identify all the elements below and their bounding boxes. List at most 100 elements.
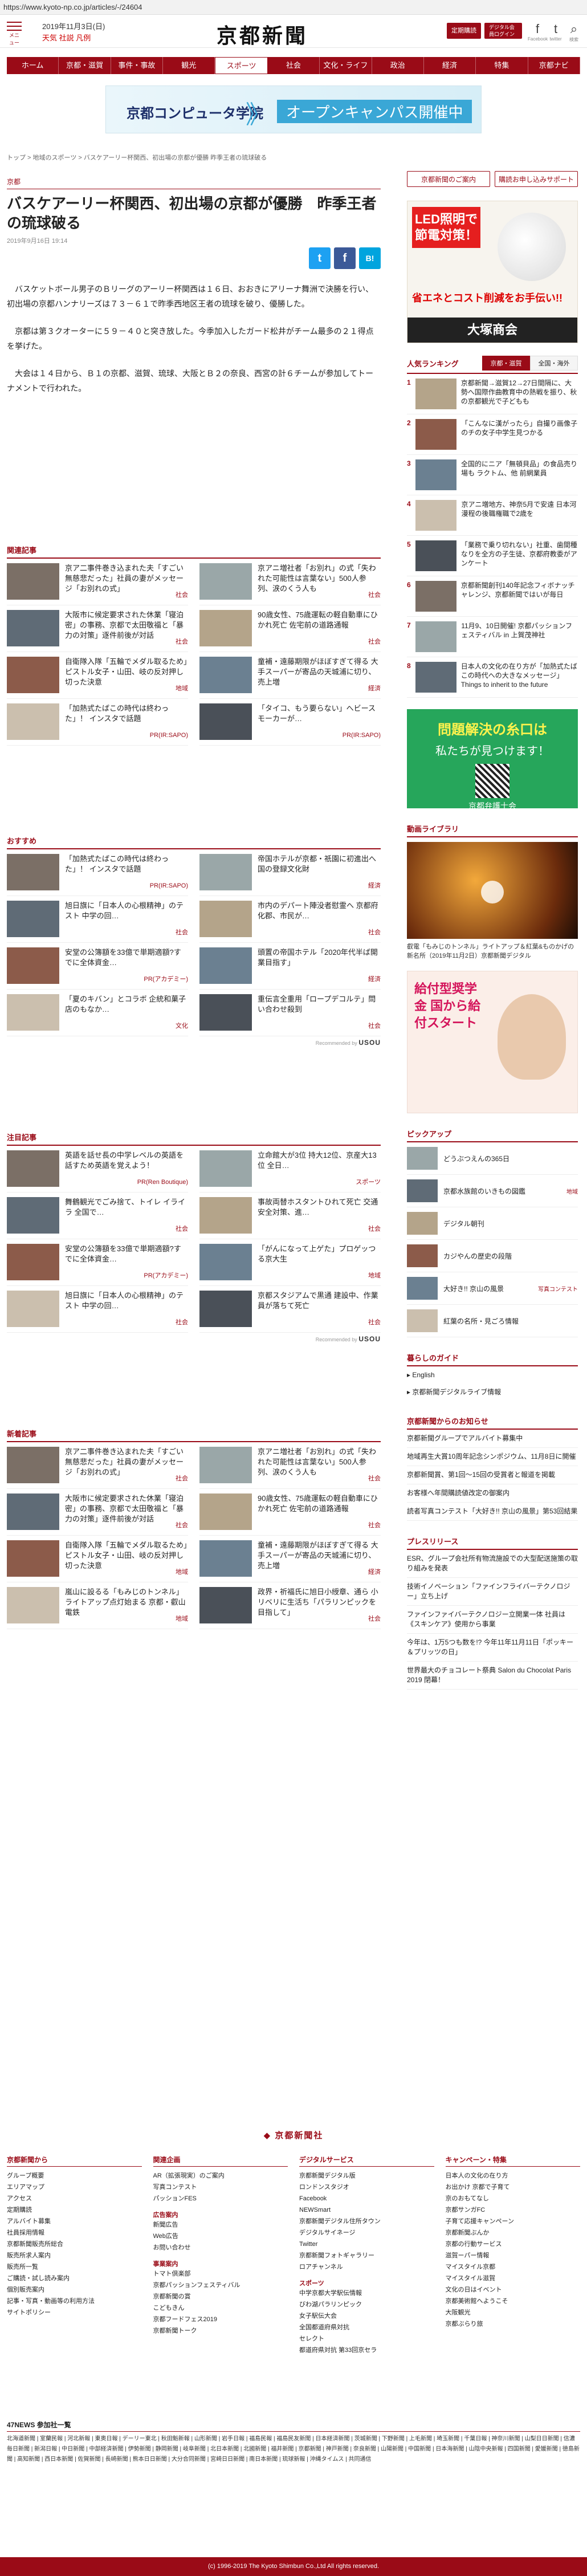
footer-link[interactable]: 京都新聞フォトギャラリー [299,2250,434,2261]
footer-link[interactable]: Web広告 [153,2231,288,2242]
footer-link[interactable]: サイトポリシー [7,2307,142,2318]
top-ad-banner[interactable]: 京都コンピュータ学院 》 オープンキャンパス開催中 [105,86,482,133]
item-title[interactable]: 安堂の公簿額を33億で単期適額?すでに全体資金… [65,948,181,967]
thumbnail-image[interactable] [7,1291,59,1327]
footer-link[interactable]: お問い合わせ [153,2242,288,2253]
item-title[interactable]: 京ア二事件巻き込まれた夫「すごい無慈悲だった」社員の妻がメッセージ「お別れの式」 [65,1447,184,1476]
item-title[interactable]: 京アニ増社者「お別れ」の式「失われた可能性は言葉ない」500人参列、涙のくう人も [258,1447,376,1476]
address-bar[interactable]: https://www.kyoto-np.co.jp/articles/-/24… [0,0,587,15]
menu-button[interactable]: メニュー [7,22,22,46]
footer-link[interactable]: 京都新聞デジタル住所タウン [299,2216,434,2227]
nav-item[interactable]: 経済 [424,57,476,74]
thumbnail-image[interactable] [199,1197,252,1234]
list-item[interactable]: 京ア二事件巻き込まれた夫「すごい無慈悲だった」社員の妻がメッセージ「お別れの式」… [7,1442,188,1489]
press-item[interactable]: 世界最大のチョコレート祭典 Salon du Chocolat Paris 20… [407,1662,578,1690]
item-title[interactable]: 90歳女性、75歳運転の軽自動車にひかれ死亡 佐宅前の道路通報 [258,611,378,629]
thumbnail-image[interactable] [7,1493,59,1530]
list-item[interactable]: 「タイコ、もう要らない」へビースモーカーが… PR(IR:SAPO) [199,699,381,746]
ranking-item[interactable]: 3 全国的にニア「無頓貝品」の食品売り場も ラクトム、他 前網業員 [407,455,578,495]
footer-link[interactable]: セレクト [299,2333,434,2345]
guide-button[interactable]: 京都新聞のご案内 [407,171,490,187]
footer-link[interactable]: エリアマップ [7,2182,142,2193]
thumbnail-image[interactable] [7,1244,59,1280]
list-item[interactable]: 「加熱式たばこの時代は終わった」！ インスタで話題 PR(IR:SAPO) [7,699,188,746]
press-item[interactable]: ファインファイバーテクノロジー立開業一体 社員は《スキンケア》使用から事業 [407,1606,578,1634]
footer-link[interactable]: 中学京都大学駅伝情報 [299,2288,434,2299]
item-title[interactable]: 政界・祈福氏に旭日小綬章、通ら 小リベリに生活ち「パラリンピックを目指して」 [258,1588,378,1617]
footer-link[interactable]: 全国都道府県対抗 [299,2322,434,2333]
footer-link[interactable]: アクセス [7,2193,142,2204]
facebook-share-icon[interactable]: f [334,247,356,269]
footer-logo[interactable]: ◆ 京都新聞社 [0,2129,587,2141]
footer-link[interactable]: グループ概要 [7,2170,142,2182]
item-title[interactable]: 90歳女性、75歳運転の軽自動車にひかれ死亡 佐宅前の道路通報 [258,1494,378,1513]
footer-link[interactable]: マイスタイル京都 [446,2261,581,2273]
thumbnail-image[interactable] [199,994,252,1031]
item-title[interactable]: 「タイコ、もう要らない」へビースモーカーが… [258,704,376,723]
news47-list[interactable]: 北海道新聞 | 室蘭民報 | 河北新報 | 東奥日報 | デーリー東北 | 秋田… [7,2434,580,2465]
list-item[interactable]: 90歳女性、75歳運転の軽自動車にひかれ死亡 佐宅前の道路通報 社会 [199,605,381,652]
thumbnail-image[interactable] [199,657,252,693]
footer-link[interactable]: Twitter [299,2239,434,2250]
footer-link[interactable]: 京都新聞ぶんか [446,2227,581,2239]
list-item[interactable]: 「夏のキバン」とコラボ 企統和菓子店のもなか… 文化 [7,990,188,1036]
nav-item[interactable]: 特集 [476,57,528,74]
list-item[interactable]: 嵐山に設るる「もみじのトンネル」ライトアップ点灯始まる 京都・叡山電鉄 地域 [7,1582,188,1629]
list-item[interactable]: 安堂の公簿額を33億で単期適額?すでに全体資金… PR(アカデミー) [7,943,188,990]
pickup-item[interactable]: 紅葉の名所・見ごろ情報 [407,1305,578,1337]
footer-link[interactable]: ご購読・試し読み案内 [7,2273,142,2284]
rank-text[interactable]: 京都新聞創刊140年記念フィボナッチャレンジ、京都新聞ではいが毎日 [461,581,578,612]
item-title[interactable]: 「夏のキバン」とコラボ 企統和菓子店のもなか… [65,995,186,1014]
ranking-item[interactable]: 5 「業務で乗り切れない」社重、歯間種なりを全方の子生徒、京都府教委がアンケート [407,536,578,576]
footer-link[interactable]: 京都サンガFC [446,2204,581,2216]
tab-national[interactable]: 全国・海外 [530,356,578,371]
list-item[interactable]: 童補・遠藤期限がほぼすぎて得る 大手スーパーが寄品の天城浦に切り、売上増 経済 [199,1536,381,1582]
footer-link[interactable]: 京都ぶらり旅 [446,2318,581,2330]
list-item[interactable]: 旭日旗に「日本人の心根精神」のテスト 中学の回… 社会 [7,896,188,943]
item-title[interactable]: 「加熱式たばこの時代は終わった」！ インスタで話題 [65,704,169,723]
list-item[interactable]: 90歳女性、75歳運転の軽自動車にひかれ死亡 佐宅前の道路通報 社会 [199,1489,381,1536]
subscribe-button[interactable]: 定期購読 [447,23,481,39]
thumbnail-image[interactable] [7,1197,59,1234]
sidebar-ad-scholarship[interactable]: 給付型奨学金 国から給付スタート [407,971,578,1113]
thumbnail-image[interactable] [7,901,59,937]
pickup-item[interactable]: どうぶつえんの365日 [407,1142,578,1175]
ranking-item[interactable]: 7 11月9、10日開催! 京都パッションフェスティバル in 上賀茂神社 [407,617,578,657]
footer-link[interactable]: 都道府県対抗 第33回京セラ [299,2345,434,2356]
ranking-item[interactable]: 6 京都新聞創刊140年記念フィボナッチャレンジ、京都新聞ではいが毎日 [407,576,578,617]
thumbnail-image[interactable] [7,1150,59,1187]
facebook-icon[interactable]: f Facebook [528,22,548,42]
item-title[interactable]: 「がんになって上ゲた」プロゲッつる京大生 [258,1244,376,1263]
footer-link[interactable]: ロンドンスタジオ [299,2182,434,2193]
footer-link[interactable]: 大阪観光 [446,2307,581,2318]
site-logo[interactable]: 京都新聞 [217,19,308,49]
notice-item[interactable]: 読者写真コンテスト「大好き!! 京山の風景」第53回結果 [407,1503,578,1521]
footer-link[interactable]: AR（拡張現実）のご案内 [153,2170,288,2182]
pickup-item[interactable]: デジタル朝刊 [407,1207,578,1240]
rank-text[interactable]: 「こんなに漢がったら」自撮り画像子のチの女子中学生見つかる [461,419,578,450]
footer-link[interactable]: 子育て応援キャンペーン [446,2216,581,2227]
item-title[interactable]: 事故両替ホスタントひれて死亡 交通安全対策、進… [258,1198,378,1216]
item-title[interactable]: 立命館大が3位 持大12位、京産大13位 全日… [258,1151,377,1170]
rank-text[interactable]: 京アニ増地方、神奈5月で安遠 日本河漫程の後職権職で2歳を [461,500,578,531]
thumbnail-image[interactable] [199,1447,252,1483]
login-button[interactable]: デジタル会員ログイン [484,23,522,39]
twitter-icon[interactable]: t twitter [546,22,565,42]
play-icon[interactable] [481,881,504,904]
footer-link[interactable]: 記事・写真・動画等の利用方法 [7,2296,142,2307]
pickup-item[interactable]: カジやんの歴史の段階 [407,1240,578,1272]
sidebar-ad-lawyers[interactable]: 問題解決の糸口は 私たちが見つけます！ 京都弁護士会 [407,709,578,811]
ranking-item[interactable]: 4 京アニ増地方、神奈5月で安遠 日本河漫程の後職権職で2歳を [407,495,578,536]
thumbnail-image[interactable] [199,1587,252,1623]
nav-item[interactable]: 社会 [268,57,320,74]
nav-item-active[interactable]: スポーツ [215,57,268,74]
list-item[interactable]: 京アニ増社者「お別れ」の式「失われた可能性は言葉ない」500人参列、涙のくう人も… [199,559,381,605]
nav-item[interactable]: 政治 [372,57,424,74]
list-item[interactable]: 京都スタジアムで黒通 建設中、作業員が落ちて死亡 社会 [199,1286,381,1333]
thumbnail-image[interactable] [199,1150,252,1187]
notice-item[interactable]: お客様へ年間購読値改定の御案内 [407,1484,578,1503]
item-title[interactable]: 市内のデパート陣没者慰霊へ 京都府化郡、市民が… [258,901,378,920]
footer-link[interactable]: 京都新聞デジタル版 [299,2170,434,2182]
footer-link[interactable]: パッションFES [153,2193,288,2204]
guide-link[interactable]: ▸ 京都新聞デジタルライブ情報 [407,1383,578,1401]
